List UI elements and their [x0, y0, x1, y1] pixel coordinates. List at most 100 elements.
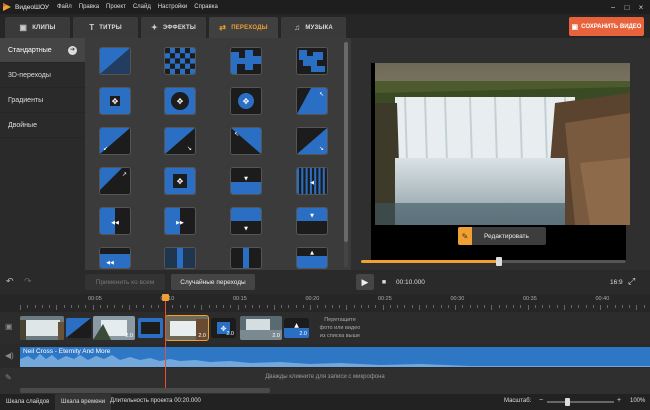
slide-clip-1[interactable]: [20, 316, 64, 340]
ruler-tick: [208, 305, 210, 308]
tab-label: КЛИПЫ: [32, 24, 56, 31]
transition-thumbnail[interactable]: [100, 48, 130, 74]
clip-duration: 2.0: [299, 331, 307, 337]
maximize-button[interactable]: □: [620, 3, 634, 12]
transition-thumbnail[interactable]: ↖: [231, 128, 261, 154]
tab-label: ТИТРЫ: [99, 24, 122, 31]
zoom-in-icon[interactable]: +: [617, 397, 621, 404]
grid-scrollbar[interactable]: [344, 42, 348, 267]
ruler-tick: [484, 305, 485, 308]
playback-progress[interactable]: [361, 257, 626, 266]
transition-thumbnail[interactable]: ◀◀: [100, 208, 130, 234]
transition-thumbnail[interactable]: [165, 48, 195, 74]
microphone-track[interactable]: ✎ Дважды кликните для записи с микрофона: [0, 368, 650, 388]
tab-slide-view[interactable]: Шкала слайдов: [0, 394, 55, 410]
zoom-handle[interactable]: [565, 398, 571, 406]
tab-timeline-view[interactable]: Шкала времени: [55, 394, 112, 410]
menu-slide[interactable]: Слайд: [133, 4, 151, 10]
timeline-scrollbar[interactable]: [20, 388, 270, 393]
aspect-ratio-toggle[interactable]: 16:9: [610, 279, 623, 286]
save-video-button[interactable]: ▣ СОХРАНИТЬ ВИДЕО: [569, 17, 644, 36]
audio-clip[interactable]: Neil Cross - Eternity And More: [20, 347, 650, 367]
ruler-tick: [99, 305, 101, 308]
tab-transitions[interactable]: ⇄ ПЕРЕХОДЫ: [209, 17, 278, 38]
category-double[interactable]: Двойные: [0, 113, 85, 138]
ruler-tick: [375, 305, 377, 308]
transition-thumbnail[interactable]: ↘: [165, 128, 195, 154]
slide-clip-2[interactable]: 2.0: [93, 316, 135, 340]
menu-file[interactable]: Файл: [57, 4, 72, 10]
transition-clip-4[interactable]: ▲ 2.0: [284, 318, 309, 338]
transition-clip-1[interactable]: [66, 318, 91, 338]
transition-thumbnail[interactable]: ↘: [297, 128, 327, 154]
menu-help[interactable]: Справка: [194, 4, 218, 10]
playhead-handle[interactable]: [162, 294, 169, 301]
transition-thumbnail[interactable]: ↖: [297, 88, 327, 114]
transition-thumbnail[interactable]: ▼: [231, 168, 261, 194]
transition-thumbnail[interactable]: ▲: [297, 248, 327, 268]
ruler-tick: [440, 305, 442, 308]
tab-music[interactable]: ♫ МУЗЫКА: [281, 17, 346, 38]
menu-project[interactable]: Проект: [106, 4, 126, 10]
scrollbar-thumb[interactable]: [344, 42, 348, 242]
tab-titles[interactable]: T ТИТРЫ: [73, 17, 138, 38]
transition-thumbnail[interactable]: ◀: [297, 168, 327, 194]
ruler-tick: [600, 305, 601, 310]
close-button[interactable]: ×: [634, 3, 648, 12]
random-transitions-button[interactable]: Случайные переходы: [171, 274, 255, 290]
clip-duration: 2.0: [198, 333, 206, 339]
titles-icon: T: [89, 23, 95, 32]
transition-thumbnail[interactable]: [231, 248, 261, 268]
redo-icon[interactable]: ↷: [24, 276, 32, 287]
zoom-out-icon[interactable]: −: [539, 397, 543, 404]
transition-thumbnail[interactable]: ✥: [165, 168, 195, 194]
undo-icon[interactable]: ↶: [6, 276, 14, 287]
slide-clip-3-selected[interactable]: 2.0: [165, 315, 209, 341]
play-button[interactable]: ▶: [356, 274, 374, 290]
tab-clips[interactable]: ▣ КЛИПЫ: [5, 17, 70, 38]
ruler-tick: [549, 305, 551, 308]
ruler-tick: [78, 305, 79, 308]
transition-thumbnail[interactable]: ↙: [100, 128, 130, 154]
ruler-tick: [513, 305, 514, 308]
transition-thumbnail[interactable]: ▼: [297, 208, 327, 234]
tab-effects[interactable]: ✦ ЭФФЕКТЫ: [141, 17, 206, 38]
ruler-tick: [230, 305, 232, 308]
transition-thumbnail[interactable]: ✥: [231, 88, 261, 114]
edit-button[interactable]: ✎ Редактировать: [458, 227, 546, 245]
clip-duration: 2.0: [125, 333, 133, 339]
ruler-tick: [317, 305, 319, 308]
progress-handle[interactable]: [495, 257, 502, 266]
stop-button[interactable]: ■: [377, 274, 391, 290]
fullscreen-icon[interactable]: ⤢: [628, 276, 635, 287]
transition-clip-3[interactable]: ✥ 2.0: [211, 318, 236, 338]
category-standard[interactable]: Стандартные ➔: [0, 38, 85, 63]
apply-to-all-button[interactable]: Применить ко всем: [85, 274, 165, 290]
transition-thumbnail[interactable]: ✥: [165, 88, 195, 114]
transition-thumbnail[interactable]: ✥: [100, 88, 130, 114]
transition-thumbnail[interactable]: ↗: [100, 168, 130, 194]
play-icon: ▶: [361, 276, 369, 287]
category-gradients[interactable]: Градиенты: [0, 88, 85, 113]
svg-text:✥: ✥: [177, 97, 184, 106]
ruler-tick: [505, 305, 507, 308]
transition-clip-2[interactable]: [138, 318, 163, 338]
transition-thumbnail[interactable]: [165, 248, 195, 268]
slide-clip-4[interactable]: 2.0: [240, 316, 282, 340]
transition-thumbnail[interactable]: ▼: [231, 208, 261, 234]
audio-waveform: [20, 354, 650, 367]
transition-thumbnail[interactable]: ◀◀: [100, 248, 130, 268]
zoom-slider[interactable]: [547, 398, 614, 406]
ruler-tick: [527, 305, 529, 310]
transition-thumbnail[interactable]: ▶▶: [165, 208, 195, 234]
drop-zone[interactable]: Перетащите фото или видео из списка выше: [310, 316, 370, 342]
category-3d[interactable]: 3D-переходы: [0, 63, 85, 88]
menu-settings[interactable]: Настройки: [158, 4, 187, 10]
effects-icon: ✦: [150, 23, 158, 32]
transition-thumbnail[interactable]: [297, 48, 327, 74]
timeline-ruler[interactable]: 00:0500:1000:1500:2000:2500:3000:3500:40: [0, 294, 650, 312]
ruler-tick: [563, 305, 565, 310]
minimize-button[interactable]: −: [606, 3, 620, 12]
transition-thumbnail[interactable]: [231, 48, 261, 74]
menu-edit[interactable]: Правка: [79, 4, 99, 10]
